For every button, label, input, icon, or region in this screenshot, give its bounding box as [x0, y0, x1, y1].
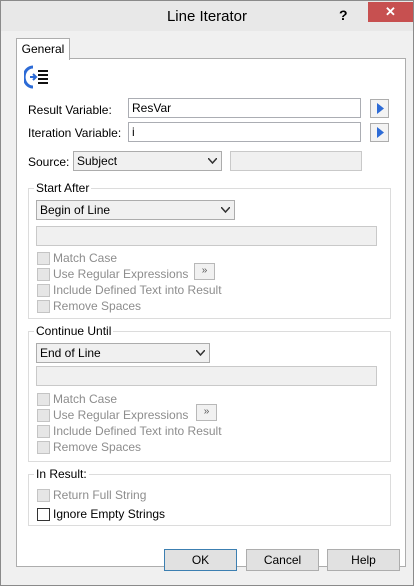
ignore-empty-strings-label[interactable]: Ignore Empty Strings [53, 507, 165, 521]
chevron-down-icon [196, 350, 205, 356]
continue-until-expand-button: » [196, 404, 217, 421]
play-arrow-icon [377, 127, 384, 138]
title-bar: Line Iterator ? ✕ [1, 1, 413, 31]
tab-general[interactable]: General [16, 38, 70, 60]
return-full-string-checkbox [37, 489, 50, 502]
continue-until-select-value: End of Line [40, 346, 101, 360]
help-button[interactable]: Help [327, 549, 400, 571]
chevron-down-icon [208, 158, 217, 164]
chevron-down-icon [221, 207, 230, 213]
start-after-title: Start After [34, 181, 92, 195]
continue-until-remove-spaces-checkbox [37, 441, 50, 454]
help-icon[interactable]: ? [339, 7, 348, 23]
continue-until-remove-spaces-label: Remove Spaces [53, 440, 142, 454]
window-title: Line Iterator [166, 8, 248, 25]
continue-until-text-field [36, 366, 377, 386]
continue-until-include-label: Include Defined Text into Result [53, 424, 222, 438]
source-select-value: Subject [77, 154, 118, 168]
result-variable-input[interactable]: ResVar [128, 98, 361, 118]
start-after-select-value: Begin of Line [40, 203, 111, 217]
in-result-title: In Result: [34, 467, 89, 481]
start-after-regex-label: Use Regular Expressions [53, 267, 189, 281]
start-after-text-field [36, 226, 377, 246]
close-button[interactable]: ✕ [368, 2, 413, 22]
dialog-body: General Result Variable: ResVar Iteratio… [8, 31, 406, 567]
iteration-variable-label: Iteration Variable: [28, 126, 122, 140]
start-after-remove-spaces-checkbox [37, 300, 50, 313]
start-after-include-checkbox [37, 284, 50, 297]
iteration-variable-input[interactable]: i [128, 122, 361, 142]
continue-until-regex-checkbox [37, 409, 50, 422]
iteration-variable-pick-button[interactable] [370, 123, 389, 142]
continue-until-include-checkbox [37, 425, 50, 438]
start-after-match-case-checkbox [37, 252, 50, 265]
start-after-match-case-label: Match Case [53, 251, 118, 265]
start-after-expand-button: » [194, 263, 215, 280]
ok-button[interactable]: OK [164, 549, 237, 571]
continue-until-title: Continue Until [34, 324, 114, 338]
play-arrow-icon [377, 103, 384, 114]
start-after-regex-checkbox [37, 268, 50, 281]
source-extra-field [230, 151, 362, 171]
continue-until-select[interactable]: End of Line [36, 343, 210, 363]
continue-until-match-case-checkbox [37, 393, 50, 406]
start-after-include-label: Include Defined Text into Result [53, 283, 222, 297]
cancel-button[interactable]: Cancel [246, 549, 319, 571]
ignore-empty-strings-checkbox[interactable] [37, 508, 50, 521]
continue-until-match-case-label: Match Case [53, 392, 118, 406]
continue-until-regex-label: Use Regular Expressions [53, 408, 189, 422]
dialog-window: Line Iterator ? ✕ General Result Variabl… [0, 0, 414, 586]
start-after-remove-spaces-label: Remove Spaces [53, 299, 142, 313]
line-iterator-icon [22, 64, 52, 90]
result-variable-label: Result Variable: [28, 103, 112, 117]
return-full-string-label: Return Full String [53, 488, 147, 502]
general-tab-panel: Result Variable: ResVar Iteration Variab… [16, 58, 406, 567]
result-variable-pick-button[interactable] [370, 99, 389, 118]
source-select[interactable]: Subject [73, 151, 222, 171]
start-after-select[interactable]: Begin of Line [36, 200, 235, 220]
source-label: Source: [28, 155, 70, 169]
